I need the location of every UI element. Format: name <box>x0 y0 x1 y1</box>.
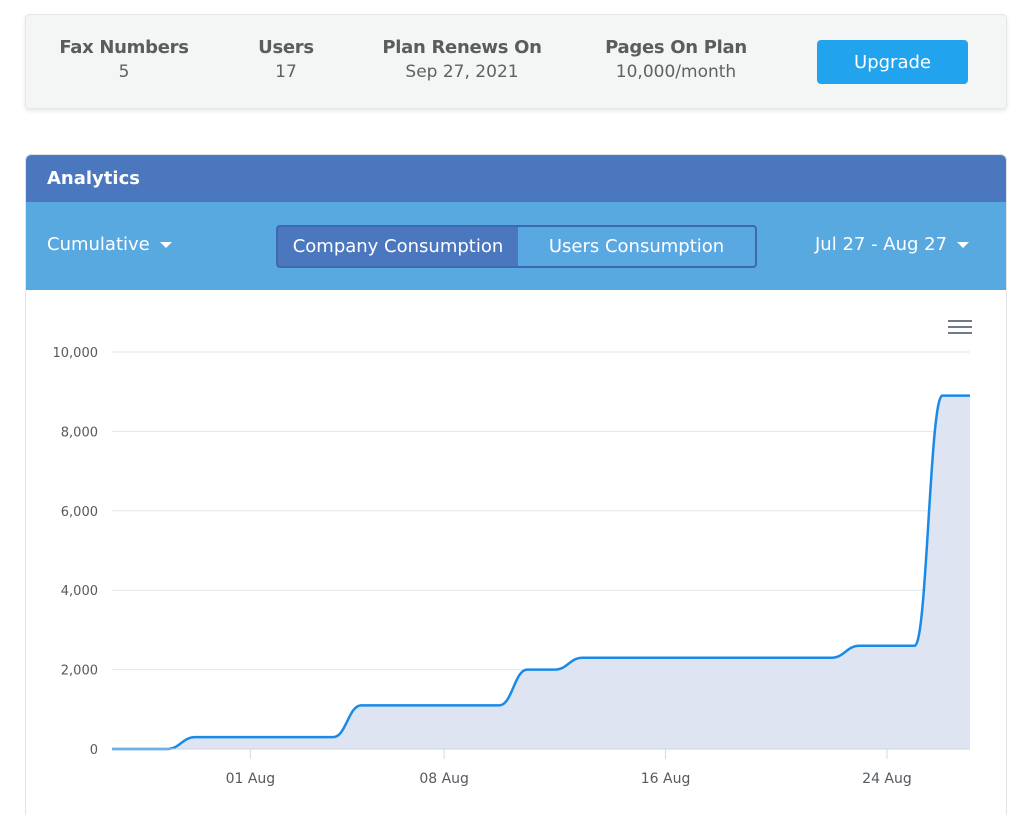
date-range-dropdown[interactable]: Jul 27 - Aug 27 <box>815 234 970 255</box>
analytics-toolbar: Cumulative Company Consumption Users Con… <box>26 202 1006 290</box>
y-tick-label: 4,000 <box>61 584 98 599</box>
area-fill <box>112 395 970 749</box>
analytics-title: Analytics <box>26 155 1006 202</box>
upgrade-button[interactable]: Upgrade <box>817 40 968 84</box>
stat-label: Users <box>258 37 314 58</box>
stat-label: Plan Renews On <box>382 37 542 58</box>
analytics-panel: Analytics Cumulative Company Consumption… <box>25 154 1007 816</box>
stat-plan-renews: Plan Renews On Sep 27, 2021 <box>372 37 552 82</box>
tab-company-consumption[interactable]: Company Consumption <box>278 227 518 266</box>
tab-users-consumption[interactable]: Users Consumption <box>518 227 755 266</box>
mode-dropdown[interactable]: Cumulative <box>47 234 172 255</box>
plan-summary-card: Fax Numbers 5 Users 17 Plan Renews On Se… <box>25 14 1007 109</box>
x-tick-label: 16 Aug <box>641 771 691 787</box>
y-tick-label: 0 <box>90 743 98 758</box>
hamburger-menu-icon[interactable] <box>948 320 972 336</box>
consumption-chart: 0 2,000 4,000 6,000 8,000 10,000 01 Aug 08 Aug… <box>53 346 970 787</box>
stat-users: Users 17 <box>196 37 376 82</box>
y-axis-labels: 0 2,000 4,000 6,000 8,000 10,000 <box>53 346 99 758</box>
x-axis-ticks: 01 Aug 08 Aug 16 Aug 24 Aug <box>226 749 912 787</box>
stat-value: 5 <box>118 62 130 82</box>
mode-dropdown-label: Cumulative <box>47 234 150 255</box>
x-tick-label: 08 Aug <box>419 771 469 787</box>
stat-fax-numbers: Fax Numbers 5 <box>34 37 214 82</box>
stat-label: Pages On Plan <box>605 37 747 58</box>
y-tick-label: 10,000 <box>53 346 99 361</box>
y-tick-label: 2,000 <box>61 664 98 679</box>
date-range-label: Jul 27 - Aug 27 <box>815 234 948 255</box>
y-tick-label: 8,000 <box>61 425 98 440</box>
x-tick-label: 24 Aug <box>862 771 912 787</box>
stat-pages-on-plan: Pages On Plan 10,000/month <box>586 37 766 82</box>
caret-down-icon <box>957 242 970 248</box>
stat-value: Sep 27, 2021 <box>405 62 519 82</box>
stat-label: Fax Numbers <box>59 37 189 58</box>
consumption-toggle: Company Consumption Users Consumption <box>276 225 757 268</box>
caret-down-icon <box>159 242 172 248</box>
y-tick-label: 6,000 <box>61 505 98 520</box>
stat-value: 17 <box>275 62 297 82</box>
stat-value: 10,000/month <box>615 62 737 82</box>
x-tick-label: 01 Aug <box>226 771 276 787</box>
chart-area: 0 2,000 4,000 6,000 8,000 10,000 01 Aug 08 Aug… <box>26 290 1006 816</box>
